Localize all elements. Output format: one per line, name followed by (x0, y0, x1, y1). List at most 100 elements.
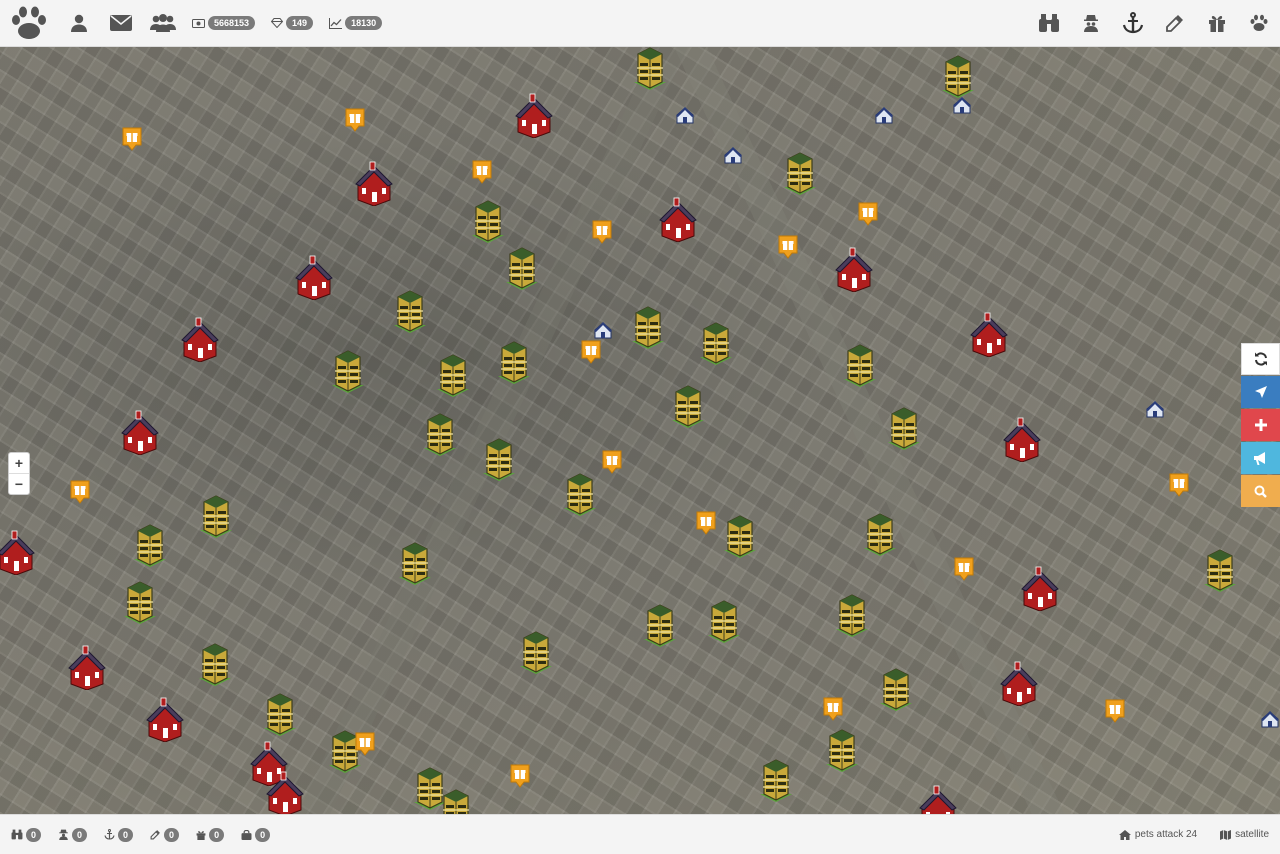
gift-marker[interactable] (1169, 473, 1189, 497)
apartment-building-marker[interactable] (628, 47, 672, 90)
gift-marker[interactable] (696, 511, 716, 535)
apartment-building-marker[interactable] (882, 404, 926, 450)
users-icon[interactable] (142, 0, 184, 46)
user-icon[interactable] (58, 0, 100, 46)
apartment-building-marker[interactable] (388, 287, 432, 333)
apartment-building-marker[interactable] (858, 510, 902, 556)
gift-marker[interactable] (778, 235, 798, 259)
apartment-building-marker[interactable] (193, 640, 237, 686)
gift-counter[interactable]: 0 (196, 827, 225, 842)
blue-house-marker[interactable] (874, 105, 894, 125)
apartment-building-marker[interactable] (418, 410, 462, 456)
apartment-building-marker[interactable] (754, 756, 798, 802)
anchor-icon[interactable] (1112, 0, 1154, 46)
apartment-building-marker[interactable] (638, 601, 682, 647)
house-marker[interactable] (263, 770, 307, 814)
apartment-building-marker[interactable] (326, 347, 370, 393)
house-marker[interactable] (512, 92, 556, 138)
house-marker[interactable] (1018, 565, 1062, 611)
apartment-building-marker[interactable] (492, 338, 536, 384)
gift-icon[interactable] (1196, 0, 1238, 46)
gift-marker[interactable] (345, 108, 365, 132)
apartment-building-marker[interactable] (830, 591, 874, 637)
house-marker[interactable] (967, 311, 1011, 357)
apartment-building-marker[interactable] (838, 341, 882, 387)
apartment-building-marker[interactable] (431, 351, 475, 397)
house-marker[interactable] (143, 696, 187, 742)
apartment-building-marker[interactable] (128, 521, 172, 567)
apartment-building-marker[interactable] (778, 149, 822, 195)
house-marker[interactable] (352, 160, 396, 206)
house-marker[interactable] (65, 644, 109, 690)
blue-house-marker[interactable] (952, 95, 972, 115)
binoculars-counter[interactable]: 0 (11, 827, 42, 842)
gift-marker[interactable] (355, 732, 375, 756)
spy-icon[interactable] (1070, 0, 1112, 46)
anchor-counter[interactable]: 0 (104, 827, 134, 842)
blue-house-marker[interactable] (593, 320, 613, 340)
spy-counter[interactable]: 0 (58, 827, 88, 842)
pets-attack-link[interactable]: pets attack 24 (1118, 829, 1197, 840)
apartment-building-marker[interactable] (466, 197, 510, 243)
apartment-building-marker[interactable] (702, 597, 746, 643)
house-marker[interactable] (118, 409, 162, 455)
blue-house-marker[interactable] (1260, 709, 1280, 729)
announce-button[interactable] (1241, 442, 1280, 474)
zoom-in-button[interactable]: + (9, 453, 29, 473)
eyedropper-icon[interactable] (1154, 0, 1196, 46)
bag-counter[interactable]: 0 (241, 827, 271, 842)
house-marker[interactable] (178, 316, 222, 362)
blue-house-marker[interactable] (723, 145, 743, 165)
apartment-building-marker[interactable] (393, 539, 437, 585)
house-marker[interactable] (656, 196, 700, 242)
apartment-building-marker[interactable] (1198, 546, 1242, 592)
paw-icon[interactable] (1238, 0, 1280, 46)
house-marker[interactable] (1000, 416, 1044, 462)
gift-marker[interactable] (858, 202, 878, 226)
blue-house-marker[interactable] (1145, 399, 1165, 419)
refresh-button[interactable] (1241, 343, 1280, 375)
binoculars-icon[interactable] (1028, 0, 1070, 46)
line-chart-icon (329, 17, 343, 29)
house-marker[interactable] (0, 529, 38, 575)
gift-marker[interactable] (592, 220, 612, 244)
apartment-building-marker[interactable] (694, 319, 738, 365)
gift-marker[interactable] (823, 697, 843, 721)
apartment-building-marker[interactable] (434, 786, 478, 814)
apartment-building-marker[interactable] (514, 628, 558, 674)
apartment-building-marker[interactable] (718, 512, 762, 558)
apartment-building-marker[interactable] (500, 244, 544, 290)
apartment-building-marker[interactable] (874, 665, 918, 711)
apartment-building-marker[interactable] (118, 578, 162, 624)
satellite-map[interactable]: + − (0, 47, 1280, 814)
apartment-building-marker[interactable] (936, 52, 980, 98)
house-marker[interactable] (832, 246, 876, 292)
locate-button[interactable] (1241, 376, 1280, 408)
gift-marker[interactable] (472, 160, 492, 184)
paw-logo-icon[interactable] (0, 0, 58, 46)
apartment-building-marker[interactable] (477, 435, 521, 481)
apartment-building-marker[interactable] (258, 690, 302, 736)
apartment-building-marker[interactable] (626, 303, 670, 349)
apartment-building-marker[interactable] (820, 726, 864, 772)
add-button[interactable] (1241, 409, 1280, 441)
gift-marker[interactable] (602, 450, 622, 474)
gift-marker[interactable] (954, 557, 974, 581)
apartment-building-marker[interactable] (194, 492, 238, 538)
gift-marker[interactable] (1105, 699, 1125, 723)
apartment-building-marker[interactable] (558, 470, 602, 516)
house-marker[interactable] (292, 254, 336, 300)
gift-marker[interactable] (510, 764, 530, 788)
apartment-building-marker[interactable] (666, 382, 710, 428)
house-marker[interactable] (997, 660, 1041, 706)
zoom-out-button[interactable]: − (9, 473, 29, 494)
eyedropper-counter[interactable]: 0 (150, 827, 180, 842)
map-type-toggle[interactable]: satellite (1220, 829, 1269, 840)
search-button[interactable] (1241, 475, 1280, 507)
gift-marker[interactable] (581, 340, 601, 364)
gift-marker[interactable] (122, 127, 142, 151)
house-marker[interactable] (916, 784, 960, 814)
envelope-icon[interactable] (100, 0, 142, 46)
blue-house-marker[interactable] (675, 105, 695, 125)
gift-marker[interactable] (70, 480, 90, 504)
